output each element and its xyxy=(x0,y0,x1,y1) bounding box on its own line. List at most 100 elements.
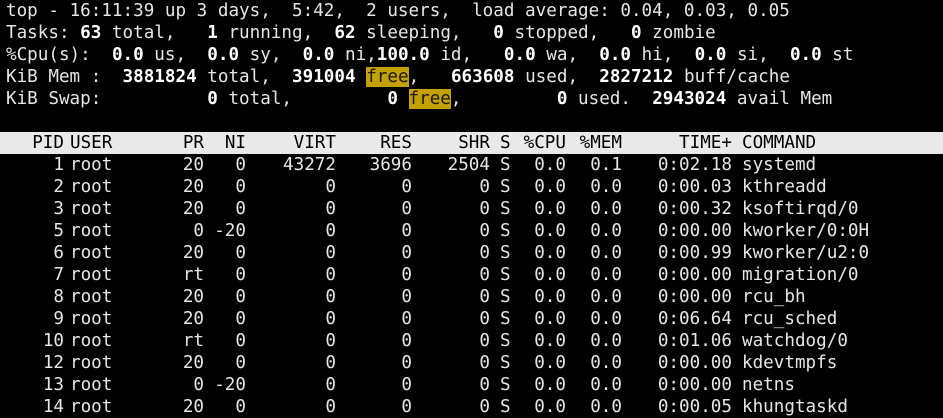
cpu-hi: 0.0 xyxy=(599,45,632,65)
col-command[interactable]: COMMAND xyxy=(742,132,816,154)
swap-used: 0 xyxy=(556,89,568,109)
state-cell: S xyxy=(500,331,511,351)
user-cell: root xyxy=(70,177,113,197)
virt-cell: 0 xyxy=(325,287,336,307)
swap-free-pad xyxy=(398,89,409,109)
mem-cell: 0.0 xyxy=(590,199,622,219)
time-cell: 0:02.18 xyxy=(657,155,732,175)
process-row[interactable]: 3 root 20 0 0 0 0 S 0.0 0.0 0:00.32 ksoftirqd/0 xyxy=(0,198,943,220)
cpu-cell: 0.0 xyxy=(534,353,566,373)
col-pr[interactable]: PR xyxy=(160,132,204,154)
shr-cell: 0 xyxy=(479,177,490,197)
ni-cell: 0 xyxy=(235,177,246,197)
mem-label-total: total, xyxy=(196,67,293,87)
res-cell: 0 xyxy=(401,265,412,285)
ni-cell: 0 xyxy=(235,199,246,219)
mem-label-buff: buff/cache xyxy=(673,67,790,87)
shr-cell: 0 xyxy=(479,353,490,373)
cpu-cell: 0.0 xyxy=(534,375,566,395)
cpu-cell: 0.0 xyxy=(534,221,566,241)
process-row[interactable]: 9 root 20 0 0 0 0 S 0.0 0.0 0:06.64 rcu_sched xyxy=(0,308,943,330)
swap-free: 0 xyxy=(387,89,398,109)
col-cpu[interactable]: %CPU xyxy=(518,132,566,154)
mem-used: 663608 xyxy=(450,67,515,87)
tasks-total: 63 xyxy=(80,23,102,43)
mem-cell: 0.0 xyxy=(590,177,622,197)
cpu-cell: 0.0 xyxy=(534,287,566,307)
process-row[interactable]: 13 root 0 -20 0 0 0 S 0.0 0.0 0:00.00 netns xyxy=(0,374,943,396)
mem-line: KiB Mem : 3881824 total, 391004 free, 66… xyxy=(6,66,790,88)
command-cell: kworker/u2:0 xyxy=(742,243,870,263)
shr-cell: 0 xyxy=(479,199,490,219)
process-row[interactable]: 6 root 20 0 0 0 0 S 0.0 0.0 0:00.99 kworker/u2:0 xyxy=(0,242,943,264)
user-cell: root xyxy=(70,221,113,241)
res-cell: 0 xyxy=(401,243,412,263)
col-mem[interactable]: %MEM xyxy=(572,132,622,154)
tasks-line: Tasks: 63 total, 1 running, 62 sleeping,… xyxy=(6,22,716,44)
shr-cell: 0 xyxy=(479,397,490,417)
col-time[interactable]: TIME+ xyxy=(640,132,732,154)
terminal-window[interactable]: top - 16:11:39 up 3 days, 5:42, 2 users,… xyxy=(0,0,943,417)
virt-cell: 0 xyxy=(325,221,336,241)
state-cell: S xyxy=(500,309,511,329)
top-prefix: top - xyxy=(6,1,70,21)
tasks-label-stopped: stopped, xyxy=(503,23,631,43)
top-uptime-line: top - 16:11:39 up 3 days, 5:42, 2 users,… xyxy=(6,0,790,22)
pr-cell: 20 xyxy=(182,177,204,197)
cpu-ni: 0.0 xyxy=(302,45,335,65)
shr-cell: 0 xyxy=(479,265,490,285)
pr-cell: 20 xyxy=(182,243,204,263)
cpu-label-id: id, xyxy=(429,45,504,65)
swap-free-highlight: free xyxy=(408,89,451,109)
command-cell: rcu_sched xyxy=(742,309,838,329)
process-row[interactable]: 12 root 20 0 0 0 0 S 0.0 0.0 0:00.00 kdevtmpfs xyxy=(0,352,943,374)
col-pid[interactable]: PID xyxy=(0,132,64,154)
mem-cell: 0.0 xyxy=(590,265,622,285)
cpu-label-st: st xyxy=(821,45,854,65)
cpu-cell: 0.0 xyxy=(534,155,566,175)
virt-cell: 0 xyxy=(325,309,336,329)
res-cell: 0 xyxy=(401,397,412,417)
pr-cell: rt xyxy=(182,265,204,285)
swap-line: KiB Swap: 0 total, 0 free, 0 used. 29430… xyxy=(6,88,832,110)
cpu-cell: 0.0 xyxy=(534,243,566,263)
user-cell: root xyxy=(70,265,113,285)
col-virt[interactable]: VIRT xyxy=(260,132,336,154)
cpu-cell: 0.0 xyxy=(534,331,566,351)
process-row[interactable]: 8 root 20 0 0 0 0 S 0.0 0.0 0:00.00 rcu_bh xyxy=(0,286,943,308)
col-ni[interactable]: NI xyxy=(204,132,246,154)
time-cell: 0:00.00 xyxy=(657,287,732,307)
process-row[interactable]: 10 root rt 0 0 0 0 S 0.0 0.0 0:01.06 watchdog/0 xyxy=(0,330,943,352)
mem-cell: 0.1 xyxy=(590,155,622,175)
shr-cell: 0 xyxy=(479,375,490,395)
state-cell: S xyxy=(500,177,511,197)
command-cell: watchdog/0 xyxy=(742,331,848,351)
command-cell: migration/0 xyxy=(742,265,859,285)
mem-label: KiB Mem : xyxy=(6,67,123,87)
mem-label-used: used, xyxy=(514,67,600,87)
shr-cell: 0 xyxy=(479,221,490,241)
col-res[interactable]: RES xyxy=(336,132,412,154)
cpu-cell: 0.0 xyxy=(534,199,566,219)
process-row[interactable]: 1 root 20 0 43272 3696 2504 S 0.0 0.1 0:02.18 syste… xyxy=(0,154,943,176)
process-row[interactable]: 14 root 20 0 0 0 0 S 0.0 0.0 0:00.05 khungtaskd xyxy=(0,396,943,418)
state-cell: S xyxy=(500,287,511,307)
col-user[interactable]: USER xyxy=(70,132,112,154)
process-row[interactable]: 7 root rt 0 0 0 0 S 0.0 0.0 0:00.00 migration/0 xyxy=(0,264,943,286)
pr-cell: rt xyxy=(182,331,204,351)
time-cell: 0:00.03 xyxy=(657,177,732,197)
pid-cell: 5 xyxy=(53,221,64,241)
ni-cell: -20 xyxy=(214,375,246,395)
command-cell: kthreadd xyxy=(742,177,827,197)
pid-cell: 3 xyxy=(53,199,64,219)
process-row[interactable]: 2 root 20 0 0 0 0 S 0.0 0.0 0:00.03 kthreadd xyxy=(0,176,943,198)
col-state[interactable]: S xyxy=(500,132,511,154)
cpu-sy: 0.0 xyxy=(207,45,240,65)
command-cell: rcu_bh xyxy=(742,287,806,307)
command-cell: khungtaskd xyxy=(742,397,848,417)
pid-cell: 13 xyxy=(42,375,64,395)
virt-cell: 0 xyxy=(325,353,336,373)
col-shr[interactable]: SHR xyxy=(412,132,490,154)
process-row[interactable]: 5 root 0 -20 0 0 0 S 0.0 0.0 0:00.00 kworker/0:0H xyxy=(0,220,943,242)
ni-cell: -20 xyxy=(214,221,246,241)
